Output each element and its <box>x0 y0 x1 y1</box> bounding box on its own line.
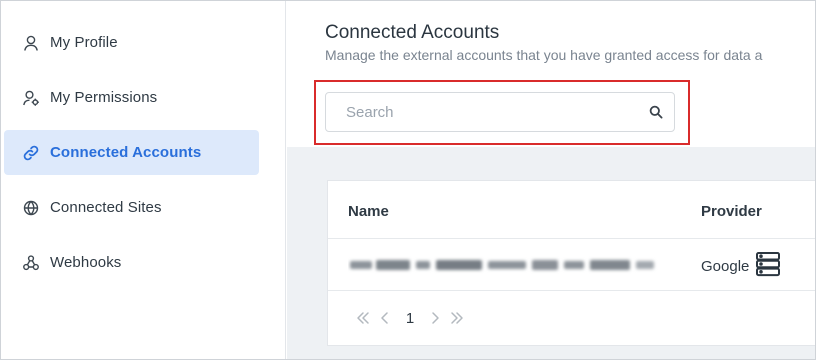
user-settings-icon <box>22 89 40 107</box>
search-icon[interactable] <box>648 104 664 120</box>
table-header: Name Provider <box>328 181 815 239</box>
sidebar-item-label: My Profile <box>50 34 118 51</box>
sidebar: My Profile My Permissions Connected Acco… <box>1 1 286 359</box>
sidebar-item-label: Webhooks <box>50 254 122 271</box>
page-subtitle: Manage the external accounts that you ha… <box>325 47 763 63</box>
next-page-icon[interactable] <box>424 307 446 329</box>
search-input[interactable] <box>326 93 636 131</box>
sidebar-item-label: My Permissions <box>50 89 158 106</box>
globe-icon <box>22 199 40 217</box>
last-page-icon[interactable] <box>446 307 468 329</box>
pagination: 1 <box>352 307 468 329</box>
webhook-icon <box>22 254 40 272</box>
sidebar-item-my-permissions[interactable]: My Permissions <box>4 75 259 120</box>
accounts-table: Name Provider Google 1 <box>327 180 815 346</box>
content-area: Name Provider Google 1 <box>287 147 815 359</box>
column-header-provider[interactable]: Provider <box>701 203 762 220</box>
provider-cell: Google <box>701 251 781 282</box>
previous-page-icon[interactable] <box>374 307 396 329</box>
server-icon <box>755 251 781 282</box>
sidebar-item-label: Connected Sites <box>50 199 162 216</box>
page-header: Connected Accounts Manage the external a… <box>287 1 815 147</box>
column-header-name[interactable]: Name <box>348 203 389 220</box>
sidebar-item-webhooks[interactable]: Webhooks <box>4 240 259 285</box>
first-page-icon[interactable] <box>352 307 374 329</box>
sidebar-item-connected-accounts[interactable]: Connected Accounts <box>4 130 259 175</box>
provider-name: Google <box>701 258 750 275</box>
main-panel: Connected Accounts Manage the external a… <box>287 1 815 359</box>
redacted-account-name <box>348 256 658 274</box>
current-page-number[interactable]: 1 <box>396 310 424 327</box>
user-icon <box>22 34 40 52</box>
search-box <box>325 92 675 132</box>
table-row[interactable]: Google <box>328 239 815 291</box>
link-icon <box>22 144 40 162</box>
sidebar-item-my-profile[interactable]: My Profile <box>4 20 259 65</box>
sidebar-item-label: Connected Accounts <box>50 144 202 161</box>
page-title: Connected Accounts <box>325 22 500 43</box>
sidebar-item-connected-sites[interactable]: Connected Sites <box>4 185 259 230</box>
